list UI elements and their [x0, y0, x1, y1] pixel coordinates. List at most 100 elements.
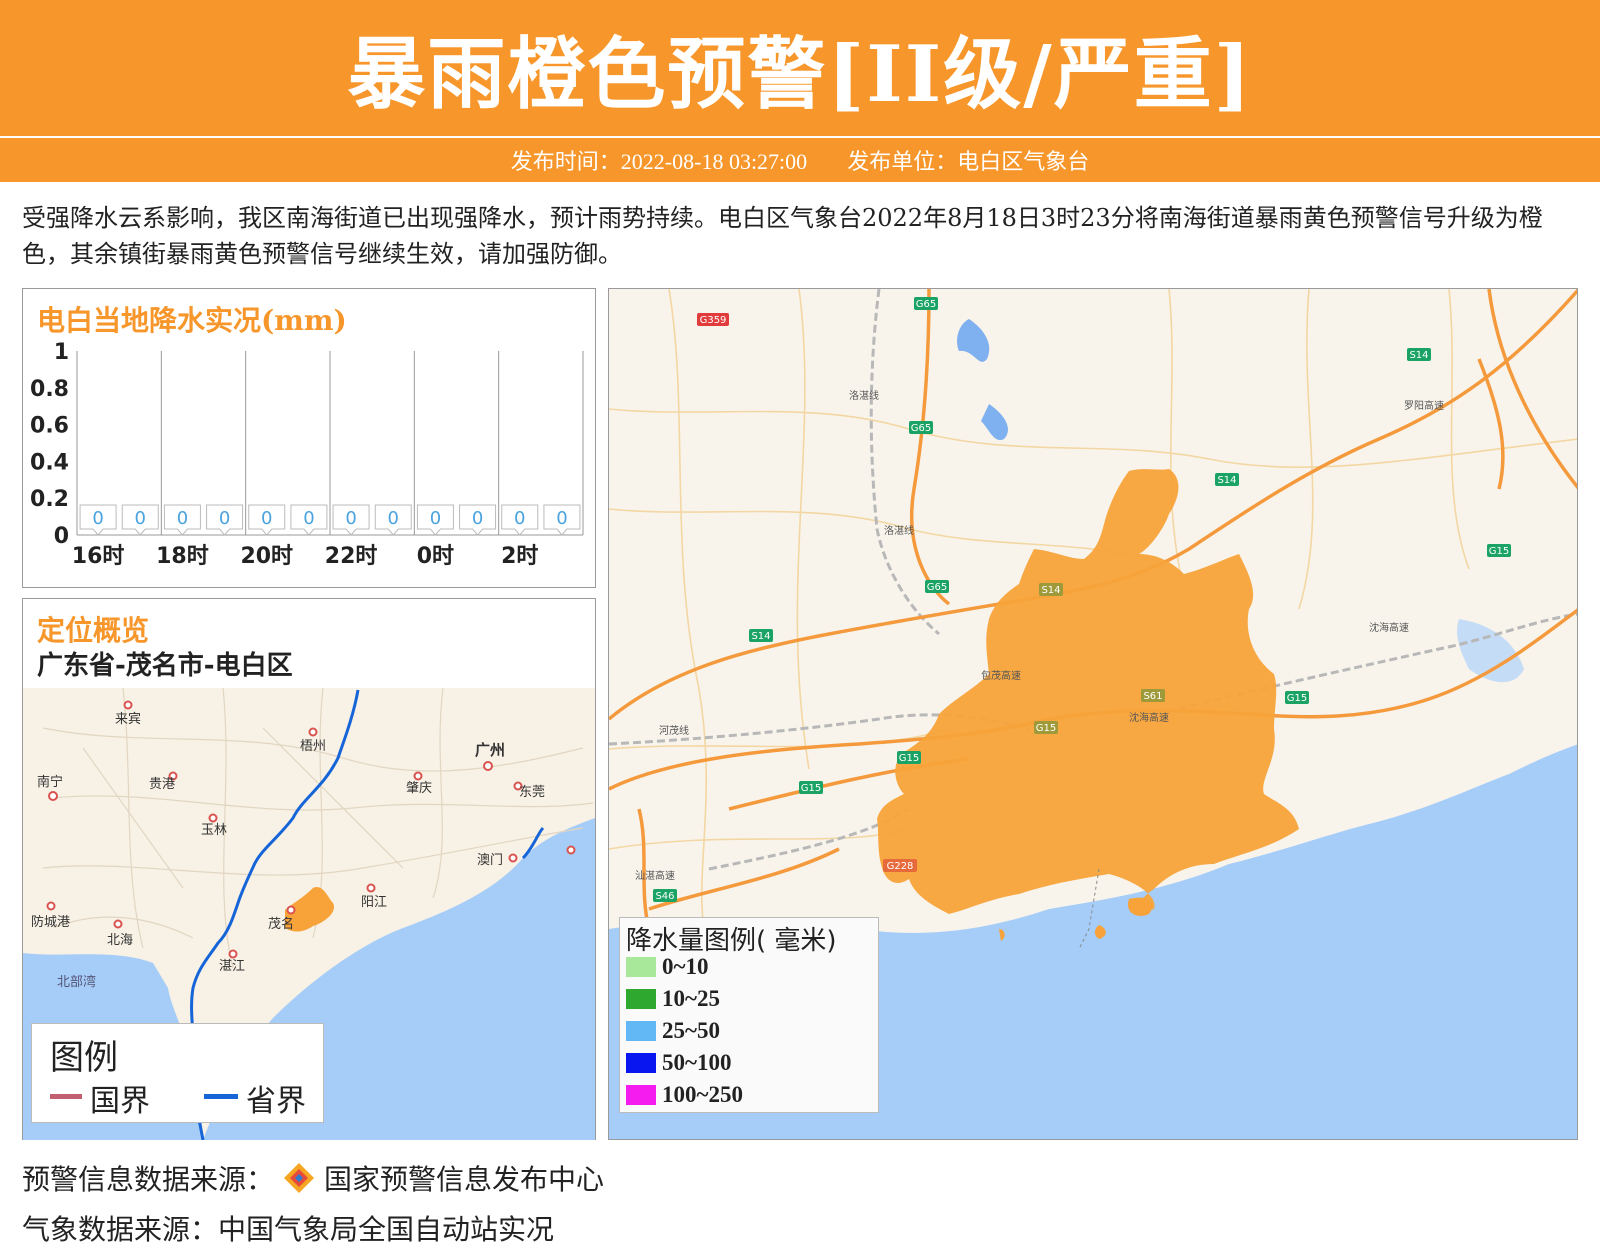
data-label: 0	[514, 508, 525, 529]
data-label: 0	[135, 508, 146, 529]
rainfall-legend-swatch	[626, 1021, 656, 1041]
road-label-s14-d: S14	[1041, 585, 1060, 596]
y-tick-label: 0.4	[30, 450, 69, 475]
issue-time: 发布时间：2022-08-18 03:27:00	[510, 149, 808, 174]
province-border-label: 省界	[246, 1084, 306, 1119]
rainfall-legend: 降水量图例( 毫米) 0~10 10~25 25~50 50~100 100~250	[619, 917, 879, 1113]
rainfall-legend-item: 0~10	[626, 954, 708, 980]
place-label-2: 包茂高速	[981, 669, 1021, 682]
weather-source-line: 气象数据来源：中国气象局全国自动站实况	[22, 1208, 554, 1248]
data-label: 0	[345, 508, 356, 529]
rainfall-legend-label: 10~25	[662, 986, 720, 1011]
warning-description: 受强降水云系影响，我区南海街道已出现强降水，预计雨势持续。电白区气象台2022年…	[22, 204, 1543, 268]
x-tick-label: 16时	[72, 544, 125, 569]
road-label-g228: G228	[887, 861, 914, 872]
main-map-panel[interactable]: G65 G359 S14 G65 S14 G65 S14 G15 S14 S61…	[608, 288, 1578, 1140]
rainfall-legend-label: 0~10	[662, 954, 709, 979]
warning-source-name: 国家预警信息发布中心	[324, 1163, 605, 1196]
rainfall-legend-item: 50~100	[626, 1050, 731, 1076]
data-label: 0	[261, 508, 272, 529]
x-tick-label: 2时	[501, 544, 538, 569]
city-label-yangjiang: 阳江	[361, 895, 387, 910]
meta-bar: 发布时间：2022-08-18 03:27:00 发布单位：电白区气象台	[0, 138, 1600, 182]
place-label-0: 洛湛线	[849, 389, 879, 402]
y-tick-label: 0.6	[30, 414, 69, 439]
weather-source-label: 气象数据来源：中国气象局全国自动站实况	[22, 1213, 555, 1246]
rainfall-legend-item: 100~250	[626, 1082, 743, 1108]
data-label: 0	[92, 508, 103, 529]
location-panel: 定位概览 广东省-茂名市-电白区 来宾 梧州 广州 南宁 贵港 肇庆 东莞 玉林…	[22, 598, 596, 1140]
overview-legend: 图例 国界 省界	[31, 1023, 324, 1123]
place-label-3: 沈海高速	[1129, 711, 1169, 724]
rainfall-legend-swatch	[626, 989, 656, 1009]
city-label-laibin: 来宾	[115, 711, 141, 727]
place-label-1: 洛湛线	[884, 524, 914, 537]
city-label-guigang: 贵港	[149, 777, 175, 792]
rainfall-legend-label: 100~250	[662, 1082, 743, 1107]
city-label-maoming: 茂名	[268, 916, 294, 932]
rain-chart-panel: 电白当地降水实况(mm) 0 0.2 0.4 0.6 0.8 1 16时 18时 20时 22时 0…	[22, 288, 596, 588]
city-label-yulin: 玉林	[201, 823, 227, 838]
x-tick-label: 18时	[156, 544, 209, 569]
title-banner: 暴雨橙色预警[II级/严重]	[0, 0, 1600, 136]
road-label-g15-b: G15	[1036, 723, 1056, 734]
data-label: 0	[430, 508, 441, 529]
y-tick-label: 1	[54, 340, 69, 365]
rain-chart: 0 0.2 0.4 0.6 0.8 1 16时 18时 20时 22时 0时 2时 0 0 0 0 0 0 0 0 0 0…	[30, 340, 584, 569]
rainfall-legend-label: 25~50	[662, 1018, 720, 1043]
city-label-beihai: 北海	[107, 933, 133, 948]
data-label: 0	[556, 508, 567, 529]
national-border-label: 国界	[90, 1084, 150, 1119]
place-label-5: 河茂线	[659, 724, 689, 737]
road-label-g15-e: G15	[801, 783, 821, 794]
warning-source-line: 预警信息数据来源： 国家预警信息发布中心	[22, 1158, 604, 1198]
city-label-wuzhou: 梧州	[300, 739, 326, 754]
city-label-zhaoqing: 肇庆	[406, 781, 432, 796]
sea-label-beibuwan: 北部湾	[57, 974, 96, 990]
x-tick-label: 22时	[325, 544, 378, 569]
city-label-fangchenggang: 防城港	[31, 914, 70, 930]
road-label-s61: S61	[1143, 691, 1162, 702]
page-title: 暴雨橙色预警[II级/严重]	[347, 29, 1253, 120]
city-label-dongguan: 东莞	[519, 785, 545, 800]
x-tick-label: 20时	[240, 544, 293, 569]
rainfall-legend-label: 50~100	[662, 1050, 732, 1075]
data-label: 0	[303, 508, 314, 529]
rainfall-legend-item: 10~25	[626, 986, 720, 1012]
city-label-macau: 澳门	[477, 852, 503, 868]
data-label: 0	[219, 508, 230, 529]
data-label: 0	[177, 508, 188, 529]
province-border-swatch	[204, 1094, 238, 1099]
road-label-s14-a: S14	[1409, 350, 1428, 361]
road-label-g65-b: G65	[911, 423, 931, 434]
place-label-4: 沈海高速	[1369, 621, 1409, 634]
warning-center-logo-icon	[284, 1163, 315, 1193]
rainfall-legend-swatch	[626, 1085, 656, 1105]
data-label: 0	[388, 508, 399, 529]
place-label-6: 汕湛高速	[635, 869, 675, 882]
city-label-guangzhou: 广州	[475, 741, 505, 759]
data-label: 0	[472, 508, 483, 529]
national-border-swatch	[50, 1094, 82, 1099]
road-label-g15-c: G15	[1287, 693, 1307, 704]
road-label-s46: S46	[655, 891, 674, 902]
location-region: 广东省-茂名市-电白区	[37, 651, 293, 681]
rainfall-legend-swatch	[626, 957, 656, 977]
rainfall-legend-swatch	[626, 1053, 656, 1073]
road-label-g359: G359	[700, 315, 727, 326]
road-label-g15-a: G15	[1489, 546, 1509, 557]
road-label-g65-a: G65	[916, 299, 936, 310]
road-label-s14-c: S14	[751, 631, 770, 642]
place-label-7: 罗阳高速	[1404, 399, 1444, 412]
location-title: 定位概览	[37, 614, 150, 647]
rainfall-legend-item: 25~50	[626, 1018, 720, 1044]
road-label-s14-b: S14	[1217, 475, 1236, 486]
road-label-g65-c: G65	[927, 582, 947, 593]
warning-source-label: 预警信息数据来源：	[22, 1163, 275, 1196]
x-tick-label: 0时	[417, 544, 454, 569]
city-label-nanning: 南宁	[37, 774, 63, 790]
issuer: 发布单位：电白区气象台	[847, 149, 1090, 174]
y-tick-label: 0.8	[30, 377, 69, 402]
y-tick-label: 0	[54, 524, 69, 549]
rainfall-legend-title: 降水量图例( 毫米)	[626, 926, 837, 956]
